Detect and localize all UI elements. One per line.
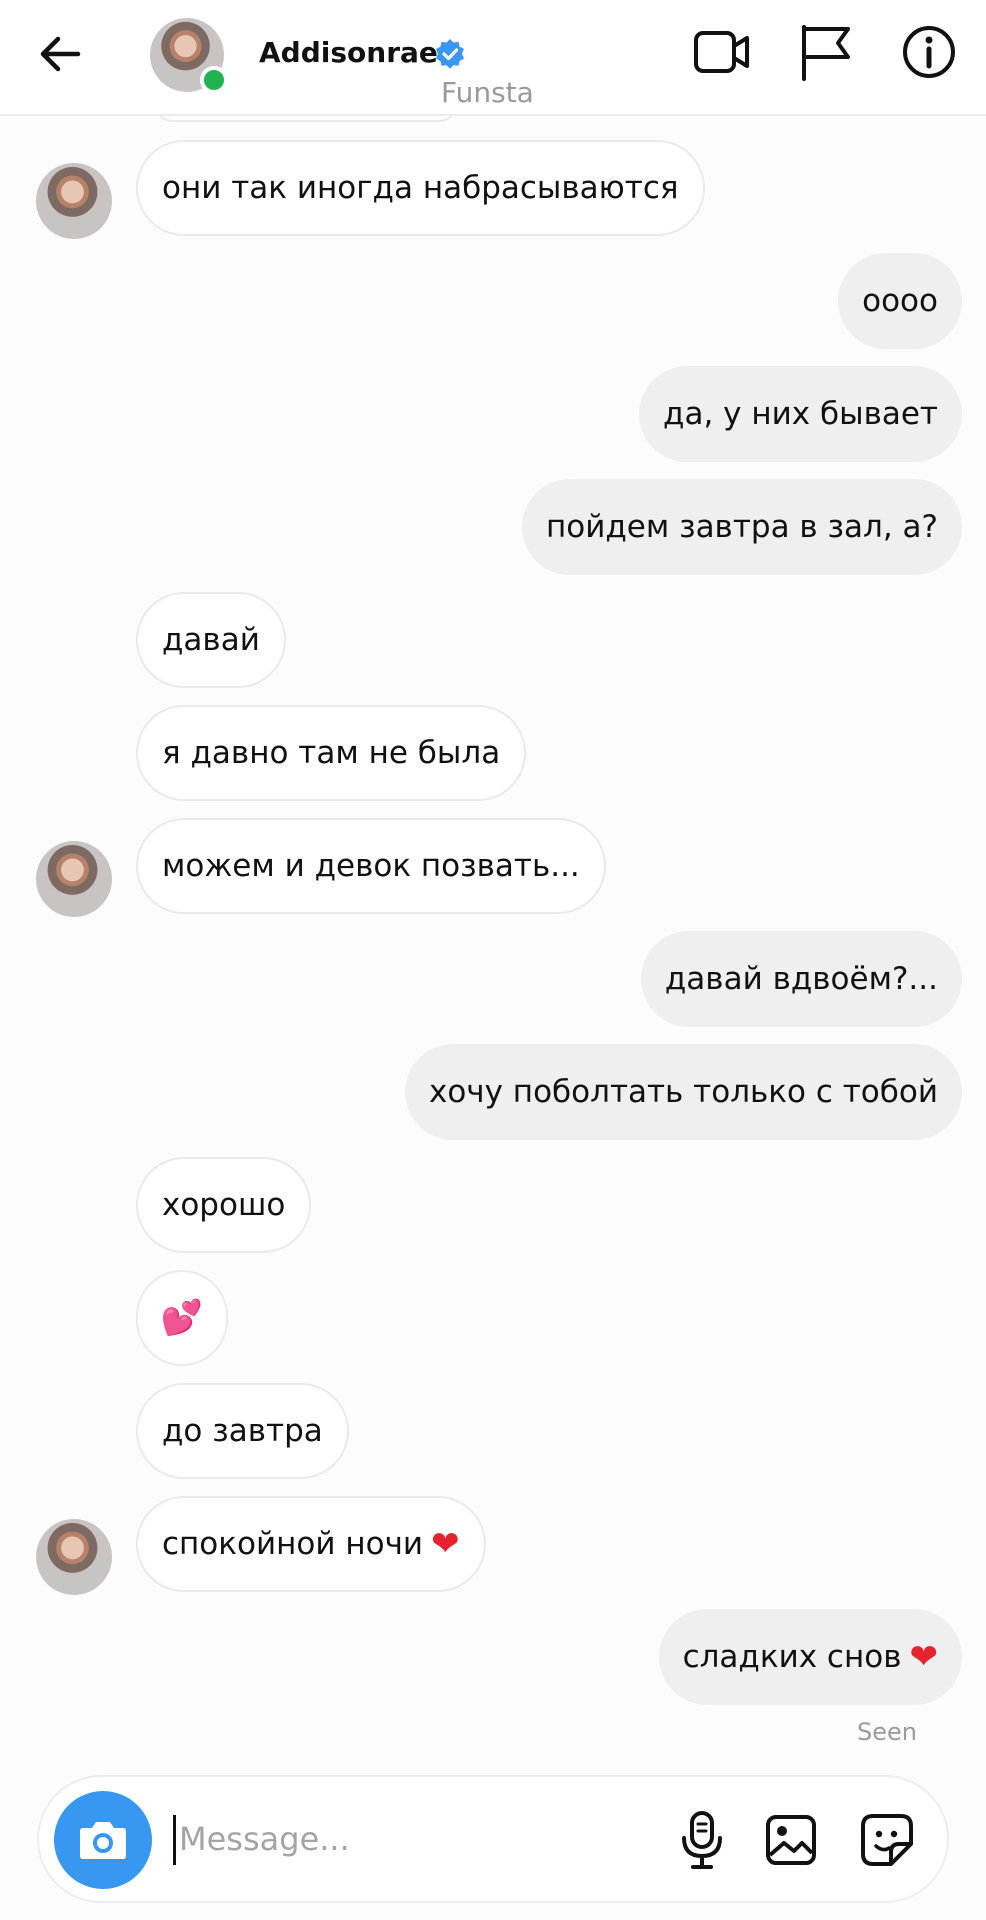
microphone-icon — [682, 1811, 722, 1869]
sender-avatar[interactable] — [36, 841, 112, 917]
back-arrow-icon — [40, 36, 81, 72]
incoming-emoji-message[interactable]: 💕 — [136, 1270, 228, 1366]
incoming-message[interactable]: я давно там не была — [136, 705, 527, 801]
outgoing-message[interactable]: оооо — [838, 253, 962, 349]
seen-status: Seen — [857, 1718, 917, 1746]
outgoing-message[interactable]: пойдем завтра в зал, а? — [521, 479, 962, 575]
gallery-icon — [766, 1815, 816, 1865]
contact-name[interactable]: Addisonrae — [259, 36, 438, 69]
back-button[interactable] — [30, 28, 90, 80]
text-cursor — [173, 1815, 176, 1865]
flag-icon — [802, 25, 850, 81]
message-composer — [37, 1775, 949, 1903]
sender-avatar[interactable] — [36, 163, 112, 239]
incoming-message[interactable]: хорошо — [136, 1157, 312, 1253]
message-thread[interactable]: они так иногда набрасываются оооо да, у … — [0, 106, 986, 1746]
message-input[interactable] — [179, 1807, 639, 1871]
online-status-dot — [200, 66, 228, 94]
camera-button[interactable] — [54, 1791, 152, 1889]
chat-header: Addisonrae Funsta — [0, 0, 986, 116]
header-avatar[interactable] — [150, 18, 228, 94]
incoming-message[interactable]: давай — [136, 592, 286, 688]
sticker-icon — [861, 1814, 913, 1866]
incoming-message[interactable]: можем и девок позвать... — [136, 818, 606, 914]
incoming-message[interactable]: они так иногда набрасываются — [136, 140, 705, 236]
sender-avatar[interactable] — [36, 1519, 112, 1595]
incoming-message[interactable]: спокойной ночи ❤ — [136, 1496, 486, 1592]
outgoing-message[interactable]: хочу поболтать только с тобой — [404, 1044, 962, 1140]
voice-message-button[interactable] — [671, 1809, 733, 1871]
outgoing-message[interactable]: давай вдвоём?... — [640, 931, 962, 1027]
video-call-icon — [694, 31, 749, 73]
incoming-message[interactable]: до завтра — [136, 1383, 349, 1479]
camera-icon — [80, 1822, 126, 1859]
gallery-button[interactable] — [760, 1809, 822, 1871]
info-icon — [903, 26, 955, 78]
outgoing-message[interactable]: да, у них бывает — [639, 366, 962, 462]
video-call-button[interactable] — [690, 22, 754, 82]
sticker-button[interactable] — [856, 1809, 918, 1871]
outgoing-message[interactable]: сладких снов ❤ — [658, 1609, 962, 1705]
message-text: спокойной ночи — [162, 1526, 424, 1562]
contact-subtitle: Funsta — [441, 76, 534, 109]
red-heart-emoji: ❤ — [431, 1524, 460, 1564]
two-hearts-emoji: 💕 — [160, 1298, 204, 1338]
red-heart-emoji: ❤ — [909, 1637, 939, 1677]
info-button[interactable] — [897, 22, 961, 82]
report-button[interactable] — [794, 22, 858, 82]
verified-badge-icon — [436, 39, 464, 69]
message-text: сладких снов — [682, 1639, 902, 1675]
